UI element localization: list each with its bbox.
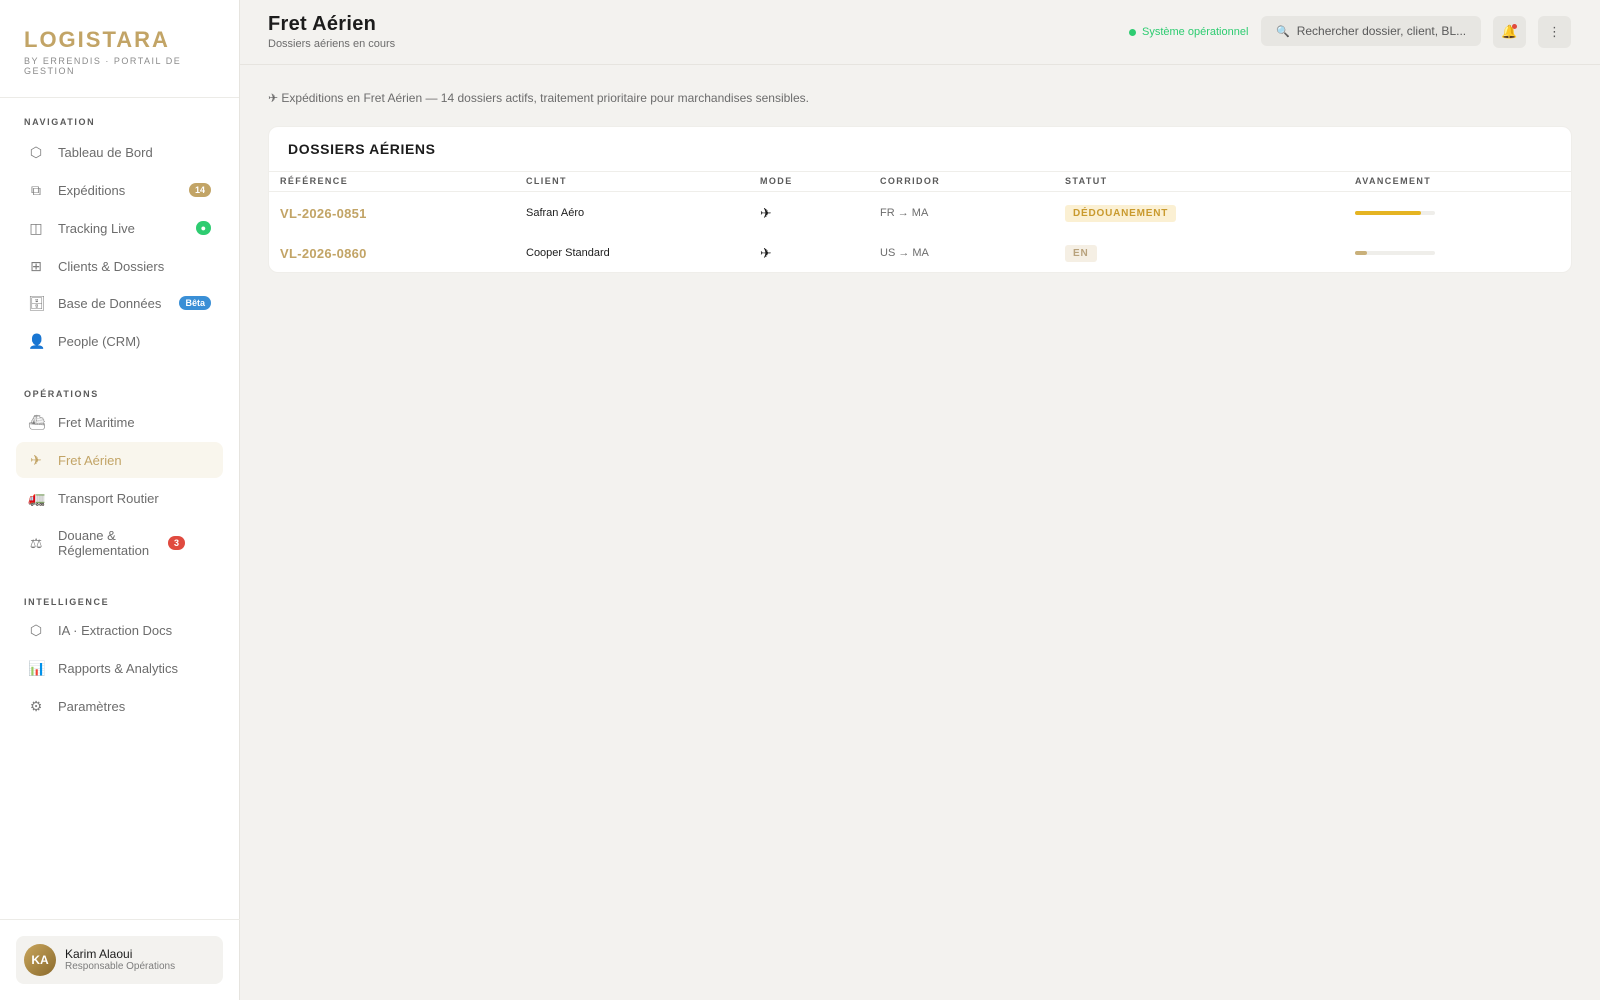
sidebar: LOGISTARA BY ERRENDIS · PORTAIL DE GESTI… bbox=[0, 0, 240, 1000]
sidebar-item-label: Expéditions bbox=[58, 182, 126, 198]
avatar: KA bbox=[24, 944, 56, 976]
truck-icon: 🚛 bbox=[28, 489, 46, 506]
beta-badge: Bêta bbox=[179, 296, 211, 310]
more-menu-button[interactable]: ⋮ bbox=[1538, 16, 1571, 48]
brand: LOGISTARA BY ERRENDIS · PORTAIL DE GESTI… bbox=[0, 0, 239, 98]
column-header-progress[interactable]: AVANCEMENT bbox=[1355, 176, 1431, 186]
status-text: Système opérationnel bbox=[1142, 26, 1249, 38]
progress-fill bbox=[1355, 211, 1421, 215]
sidebar-item-label: People (CRM) bbox=[58, 333, 141, 349]
sidebar-item-dashboard[interactable]: ⬡ Tableau de Bord bbox=[16, 134, 223, 170]
corridor: US → MA bbox=[880, 247, 929, 259]
scale-icon: ⚖ bbox=[29, 534, 43, 551]
sidebar-item-database[interactable]: 🗄 Base de Données Bêta bbox=[16, 285, 223, 321]
grid-icon: ⊞ bbox=[30, 257, 42, 274]
user-panel: KA Karim Alaoui Responsable Opérations bbox=[0, 919, 240, 1000]
progress-bar bbox=[1355, 251, 1435, 255]
user-role: Responsable Opérations bbox=[65, 961, 176, 972]
status-cell: DÉDOUANEMENT bbox=[1065, 193, 1177, 233]
status-badge: DÉDOUANEMENT bbox=[1065, 204, 1177, 222]
brand-logo[interactable]: LOGISTARA bbox=[24, 28, 215, 52]
database-icon: 🗄 bbox=[28, 294, 46, 311]
alert-badge: 3 bbox=[168, 536, 186, 550]
column-header-client[interactable]: CLIENT bbox=[526, 176, 567, 186]
plane-icon: ✈ bbox=[30, 451, 42, 468]
column-header-corridor[interactable]: CORRIDOR bbox=[880, 176, 940, 186]
table-row[interactable]: VL-2026-0851 Safran Aéro ✈ FR → MA DÉDOU… bbox=[269, 193, 1571, 233]
sidebar-item-sea-freight[interactable]: ⛴ Fret Maritime bbox=[16, 404, 223, 440]
notifications-button[interactable]: 🔔 bbox=[1493, 16, 1526, 48]
sidebar-item-label: Fret Aérien bbox=[58, 452, 122, 468]
status-badge: EN bbox=[1065, 244, 1097, 262]
sidebar-item-label: Tableau de Bord bbox=[58, 144, 153, 160]
magnifier-icon: 🔍 bbox=[1276, 25, 1290, 38]
table-row[interactable]: VL-2026-0860 Cooper Standard ✈ US → MA E… bbox=[269, 233, 1571, 272]
sidebar-item-reports[interactable]: 📊 Rapports & Analytics bbox=[16, 650, 223, 686]
copy-icon: ⧉ bbox=[31, 181, 41, 198]
page-subtitle: Dossiers aériens en cours bbox=[268, 38, 396, 50]
top-header: Fret Aérien Dossiers aériens en cours Sy… bbox=[240, 0, 1600, 65]
corridor: FR → MA bbox=[880, 207, 929, 219]
sidebar-item-label: Tracking Live bbox=[58, 220, 135, 236]
sidebar-item-label: Rapports & Analytics bbox=[58, 660, 178, 676]
section-title-operations: OPÉRATIONS bbox=[24, 389, 99, 399]
section-title-navigation: NAVIGATION bbox=[24, 117, 96, 127]
gear-icon: ⚙ bbox=[29, 697, 43, 714]
count-badge: 14 bbox=[188, 183, 211, 197]
user-name: Karim Alaoui bbox=[65, 947, 133, 961]
sidebar-item-label: IA · Extraction Docs bbox=[58, 622, 173, 638]
client-name: Cooper Standard bbox=[526, 247, 610, 259]
page-title: Fret Aérien bbox=[268, 13, 377, 35]
plane-icon: ✈ bbox=[760, 204, 772, 221]
search-box[interactable]: 🔍 bbox=[1261, 16, 1481, 46]
progress-bar bbox=[1355, 211, 1435, 215]
live-badge: ● bbox=[195, 221, 211, 235]
bar-chart-icon: 📊 bbox=[28, 659, 46, 676]
sidebar-item-road-transport[interactable]: 🚛 Transport Routier bbox=[16, 480, 223, 516]
section-title-intelligence: INTELLIGENCE bbox=[24, 597, 110, 607]
status-dot-icon bbox=[1129, 28, 1136, 36]
ship-icon: ⛴ bbox=[28, 413, 46, 430]
more-vertical-icon: ⋮ bbox=[1548, 24, 1561, 39]
user-card[interactable]: KA Karim Alaoui Responsable Opérations bbox=[16, 936, 223, 984]
sidebar-item-label: Douane & Réglementation bbox=[58, 528, 150, 558]
sidebar-item-clients[interactable]: ⊞ Clients & Dossiers bbox=[16, 248, 223, 284]
sidebar-item-label: Fret Maritime bbox=[58, 414, 135, 430]
column-header-mode[interactable]: MODE bbox=[760, 176, 793, 186]
column-header-status[interactable]: STATUT bbox=[1065, 176, 1108, 186]
progress-fill bbox=[1355, 251, 1367, 255]
info-banner: ✈ Expéditions en Fret Aérien — 14 dossie… bbox=[268, 91, 809, 105]
progress-cell bbox=[1355, 233, 1435, 272]
table-header: RÉFÉRENCE CLIENT MODE CORRIDOR STATUT AV… bbox=[269, 171, 1571, 192]
client-name: Safran Aéro bbox=[526, 207, 585, 219]
sidebar-item-label: Clients & Dossiers bbox=[58, 258, 165, 274]
map-icon: ◫ bbox=[29, 219, 43, 236]
progress-cell bbox=[1355, 193, 1435, 233]
sidebar-item-ai-extraction[interactable]: ⬡ IA · Extraction Docs bbox=[16, 612, 223, 648]
sidebar-item-label: Paramètres bbox=[58, 698, 126, 714]
card-title: DOSSIERS AÉRIENS bbox=[288, 141, 436, 157]
brand-tagline: BY ERRENDIS · PORTAIL DE GESTION bbox=[24, 56, 182, 76]
sidebar-item-crm[interactable]: 👤 People (CRM) bbox=[16, 323, 223, 359]
air-dossiers-card: DOSSIERS AÉRIENS RÉFÉRENCE CLIENT MODE C… bbox=[268, 126, 1572, 273]
dossier-reference-link[interactable]: VL-2026-0860 bbox=[280, 233, 367, 272]
sidebar-item-expeditions[interactable]: ⧉ Expéditions 14 bbox=[16, 172, 223, 208]
status-cell: EN bbox=[1065, 233, 1097, 272]
search-input[interactable] bbox=[1296, 24, 1477, 38]
sidebar-item-customs[interactable]: ⚖ Douane & Réglementation 3 bbox=[16, 523, 223, 563]
sidebar-item-tracking[interactable]: ◫ Tracking Live ● bbox=[16, 210, 223, 246]
sidebar-item-label: Transport Routier bbox=[58, 490, 159, 506]
sidebar-item-settings[interactable]: ⚙ Paramètres bbox=[16, 688, 223, 724]
sidebar-item-label: Base de Données bbox=[58, 295, 162, 311]
person-icon: 👤 bbox=[28, 332, 46, 349]
system-status: Système opérationnel bbox=[1129, 26, 1248, 38]
sidebar-item-air-freight[interactable]: ✈ Fret Aérien bbox=[16, 442, 223, 478]
plane-icon: ✈ bbox=[760, 244, 772, 261]
hexagon-icon: ⬡ bbox=[29, 621, 43, 638]
notification-dot bbox=[1512, 24, 1517, 29]
column-header-reference[interactable]: RÉFÉRENCE bbox=[280, 176, 348, 186]
dossier-reference-link[interactable]: VL-2026-0851 bbox=[280, 193, 367, 233]
cube-icon: ⬡ bbox=[29, 143, 43, 160]
